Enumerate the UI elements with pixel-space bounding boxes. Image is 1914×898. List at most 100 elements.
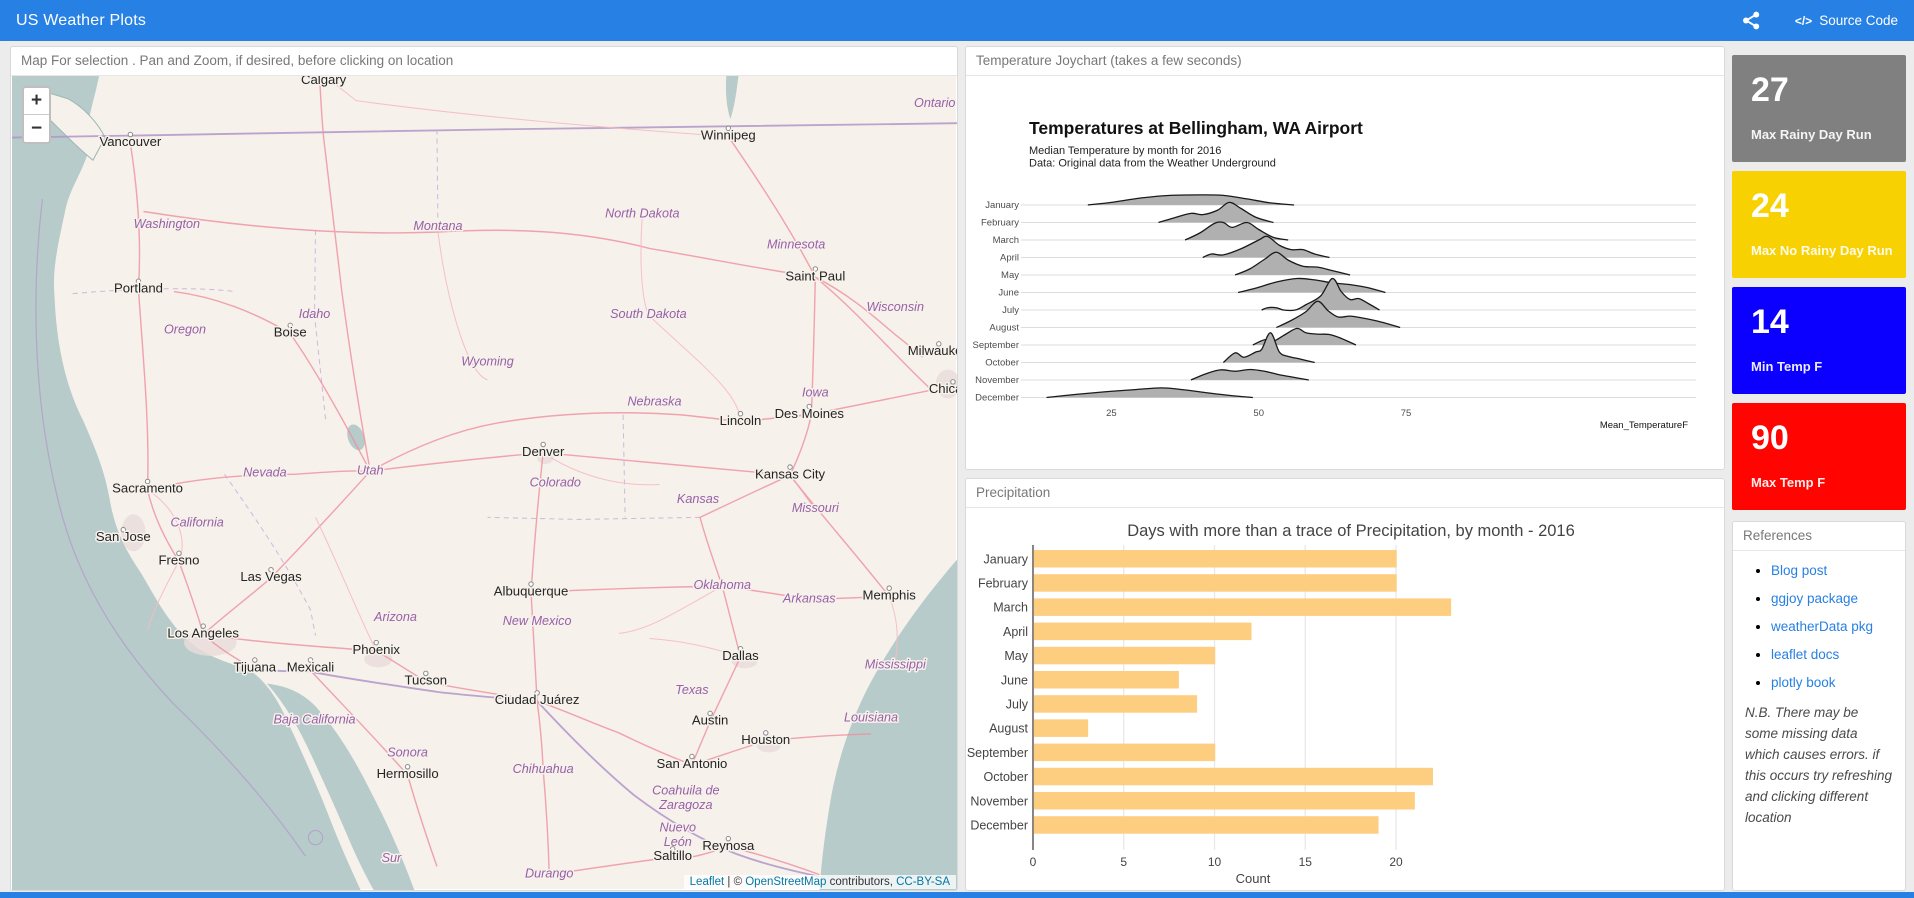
precipitation-bar[interactable] bbox=[1033, 792, 1415, 810]
map-city-label: Dallas bbox=[722, 648, 759, 663]
map-state-label: Louisiana bbox=[844, 710, 898, 725]
map-city-label: Phoenix bbox=[352, 642, 400, 657]
map-city-label: Ciudad Juárez bbox=[495, 692, 580, 707]
precipitation-bar[interactable] bbox=[1033, 574, 1397, 592]
precipitation-bar[interactable] bbox=[1033, 743, 1216, 762]
value-box-label: Max No Rainy Day Run bbox=[1751, 243, 1893, 258]
precipitation-chart[interactable]: Days with more than a trace of Precipita… bbox=[966, 508, 1724, 890]
leaflet-map[interactable]: Calgary Winnipeg Vancouver Ontario Washingto… bbox=[12, 76, 957, 890]
precipitation-bar[interactable] bbox=[1033, 816, 1379, 834]
map-state-label: Arizona bbox=[373, 609, 417, 624]
joychart-month-label: January bbox=[985, 200, 1019, 211]
precipitation-x-tick: 10 bbox=[1208, 855, 1222, 869]
zoom-in-button[interactable]: + bbox=[24, 88, 49, 115]
map-city-label: Winnipeg bbox=[701, 128, 756, 143]
references-list: Blog post ggjoy package weatherData pkg lea… bbox=[1771, 563, 1893, 690]
references-title: References bbox=[1733, 522, 1905, 551]
map-city-label: Sacramento bbox=[112, 481, 183, 496]
joychart-month-label: July bbox=[1002, 305, 1019, 316]
code-icon: </> bbox=[1794, 13, 1813, 28]
joychart-x-axis-title: Mean_TemperatureF bbox=[1600, 420, 1688, 431]
map-state-label: Chihuahua bbox=[513, 761, 574, 776]
value-box-label: Max Temp F bbox=[1751, 475, 1826, 490]
precipitation-bar[interactable] bbox=[1033, 695, 1198, 713]
precipitation-bar[interactable] bbox=[1033, 646, 1216, 665]
map-city-label: Albuquerque bbox=[494, 583, 569, 598]
map-state-label: Mississippi bbox=[865, 656, 927, 671]
precipitation-month-label: July bbox=[1006, 697, 1029, 711]
map-city-label: Memphis bbox=[863, 587, 917, 602]
precipitation-month-label: April bbox=[1003, 625, 1028, 639]
map-panel: Map For selection . Pan and Zoom, if des… bbox=[10, 46, 958, 891]
reference-item: Blog post bbox=[1771, 563, 1893, 578]
map-state-label: Utah bbox=[357, 462, 384, 477]
reference-link[interactable]: weatherData pkg bbox=[1771, 619, 1873, 634]
joychart[interactable]: Temperatures at Bellingham, WA Airport Me… bbox=[966, 76, 1724, 469]
precipitation-bar[interactable] bbox=[1033, 767, 1433, 786]
joychart-month-label: March bbox=[993, 235, 1019, 246]
map-city-label: Los Angeles bbox=[167, 625, 239, 640]
precipitation-x-axis-title: Count bbox=[1236, 871, 1271, 886]
map-state-label: Oklahoma bbox=[693, 577, 751, 592]
osm-link[interactable]: OpenStreetMap bbox=[745, 876, 826, 888]
reference-item: plotly book bbox=[1771, 675, 1893, 690]
reference-link[interactable]: Blog post bbox=[1771, 563, 1827, 578]
map-state-label: Wisconsin bbox=[867, 299, 924, 314]
value-box-number: 24 bbox=[1751, 187, 1789, 225]
precipitation-month-label: February bbox=[978, 576, 1029, 590]
joychart-ridge-fill bbox=[1238, 278, 1386, 293]
precipitation-month-label: June bbox=[1001, 673, 1028, 687]
precipitation-panel: Precipitation Days with more than a trac… bbox=[965, 478, 1725, 891]
value-box-min-temp: 14 Min Temp F bbox=[1732, 287, 1906, 394]
map-city-label: San Jose bbox=[96, 529, 151, 544]
source-code-link[interactable]: </> Source Code bbox=[1795, 13, 1898, 28]
map-city-label: Boise bbox=[274, 325, 307, 340]
map-state-label: Nebraska bbox=[627, 393, 681, 408]
joychart-panel: Temperature Joychart (takes a few second… bbox=[965, 46, 1725, 470]
share-icon[interactable] bbox=[1742, 11, 1761, 30]
precipitation-x-tick: 20 bbox=[1389, 855, 1403, 869]
map-state-label: Idaho bbox=[299, 306, 331, 321]
references-panel: References Blog post ggjoy package weather… bbox=[1732, 521, 1906, 891]
precipitation-bar[interactable] bbox=[1033, 622, 1252, 641]
map-state-label: Texas bbox=[675, 682, 709, 697]
map-state-label: Minnesota bbox=[767, 236, 825, 251]
precipitation-x-tick: 15 bbox=[1299, 855, 1313, 869]
value-box-max-no-rainy-run: 24 Max No Rainy Day Run bbox=[1732, 171, 1906, 278]
map-state-label: Montana bbox=[413, 218, 462, 233]
map-state-label: Nevada bbox=[243, 464, 287, 479]
reference-link[interactable]: ggjoy package bbox=[1771, 591, 1858, 606]
map-city-label: Portland bbox=[114, 280, 163, 295]
map-state-label: California bbox=[170, 515, 223, 530]
map-city-label: Austin bbox=[692, 713, 729, 728]
map-state-label: Washington bbox=[134, 216, 200, 231]
joychart-panel-title: Temperature Joychart (takes a few second… bbox=[966, 47, 1724, 76]
map-city-label: Calgary bbox=[301, 76, 347, 87]
map-city-label: Mexicali bbox=[287, 659, 335, 674]
reference-link[interactable]: leaflet docs bbox=[1771, 647, 1839, 662]
precipitation-bar[interactable] bbox=[1033, 719, 1089, 737]
precipitation-month-label: October bbox=[984, 770, 1028, 784]
precipitation-bar[interactable] bbox=[1033, 598, 1452, 616]
joychart-title: Temperatures at Bellingham, WA Airport bbox=[1029, 118, 1363, 138]
reference-item: leaflet docs bbox=[1771, 647, 1893, 662]
map-state-label: Kansas bbox=[677, 491, 720, 506]
precipitation-bar[interactable] bbox=[1033, 550, 1397, 568]
reference-link[interactable]: plotly book bbox=[1771, 675, 1836, 690]
map-city-label: Saint Paul bbox=[785, 268, 845, 283]
value-box-number: 27 bbox=[1751, 71, 1789, 109]
zoom-out-button[interactable]: − bbox=[24, 115, 49, 142]
map-attribution: Leaflet | © OpenStreetMap contributors, … bbox=[683, 875, 956, 889]
map-city-label: Tijuana bbox=[234, 659, 277, 674]
value-box-label: Min Temp F bbox=[1751, 359, 1823, 374]
license-link[interactable]: CC-BY-SA bbox=[896, 876, 950, 888]
precipitation-bar[interactable] bbox=[1033, 671, 1179, 689]
precipitation-month-label: January bbox=[984, 552, 1029, 566]
leaflet-link[interactable]: Leaflet bbox=[690, 876, 725, 888]
map-city-label: San Antonio bbox=[656, 756, 727, 771]
map-state-label: Coahuila de Zaragoza bbox=[652, 782, 719, 811]
joychart-month-label: June bbox=[998, 288, 1019, 299]
precipitation-x-tick: 5 bbox=[1120, 855, 1127, 869]
precipitation-month-label: August bbox=[989, 722, 1028, 736]
map-panel-title: Map For selection . Pan and Zoom, if des… bbox=[11, 47, 957, 76]
